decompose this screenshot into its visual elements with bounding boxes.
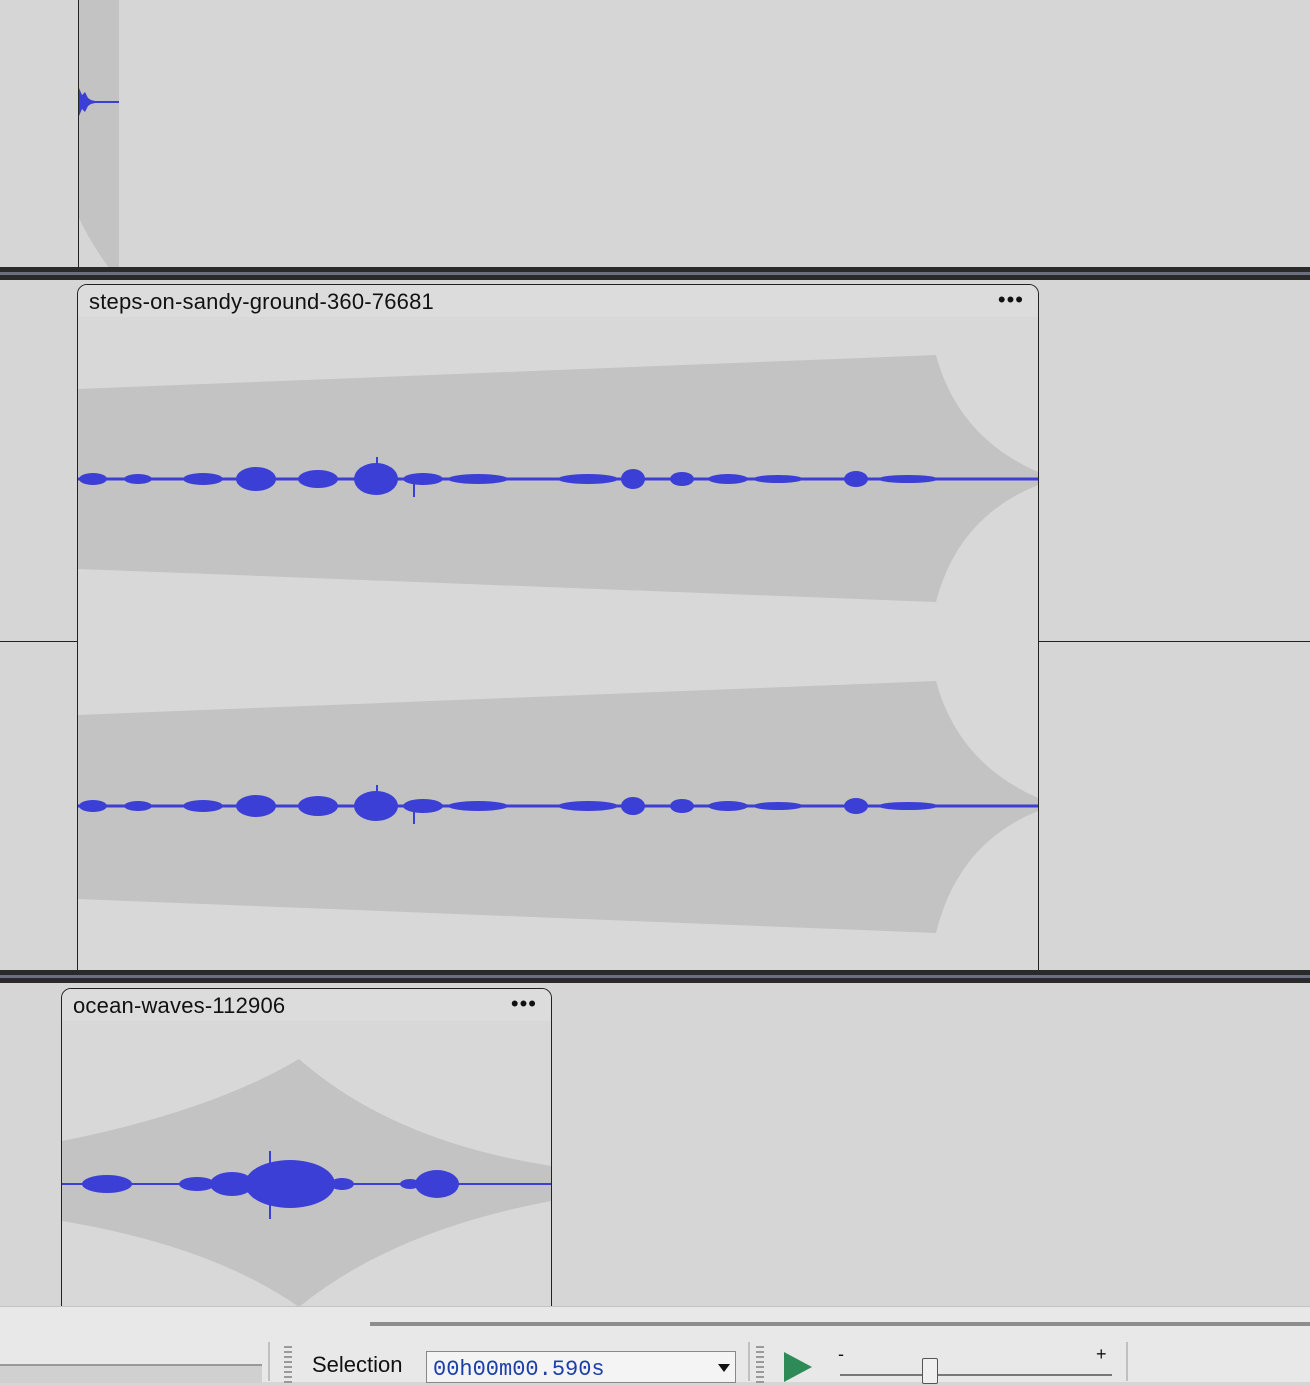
- track-1[interactable]: [0, 0, 1310, 268]
- toolbar-divider: [748, 1342, 750, 1381]
- toolbar-divider: [268, 1342, 270, 1381]
- horizontal-scrollbar[interactable]: [370, 1322, 1310, 1326]
- clip-ocean-waves[interactable]: ocean-waves-112906 •••: [61, 988, 552, 1308]
- selection-label: Selection: [312, 1352, 403, 1377]
- play-icon[interactable]: [784, 1352, 812, 1382]
- zoom-minus-label: -: [838, 1344, 844, 1364]
- track-separator-inner: [0, 272, 1310, 275]
- waveform-left-channel[interactable]: [78, 317, 1038, 641]
- track-1-waveform: [79, 0, 119, 268]
- track-separator-inner: [0, 975, 1310, 978]
- clip-menu-button[interactable]: •••: [511, 991, 537, 1017]
- waveform[interactable]: [62, 1021, 551, 1308]
- track-1-clip[interactable]: [78, 0, 119, 268]
- clip-header[interactable]: ocean-waves-112906 •••: [62, 989, 551, 1021]
- toolbar-divider: [1126, 1342, 1128, 1381]
- left-panel-control[interactable]: [0, 1364, 262, 1383]
- clip-steps-on-sandy-ground[interactable]: steps-on-sandy-ground-360-76681 •••: [77, 284, 1039, 972]
- toolbar-grip[interactable]: [284, 1346, 292, 1386]
- waveform-right-channel[interactable]: [78, 643, 1038, 972]
- clip-menu-button[interactable]: •••: [998, 287, 1024, 313]
- toolbar-grip[interactable]: [756, 1346, 764, 1386]
- chevron-down-icon[interactable]: [718, 1364, 730, 1372]
- zoom-plus-label: +: [1096, 1344, 1107, 1364]
- selection-time-value: 00h00m00.590s: [433, 1357, 605, 1382]
- selection-time-field[interactable]: 00h00m00.590s: [426, 1351, 736, 1383]
- clip-title: ocean-waves-112906: [73, 993, 286, 1018]
- clip-title: steps-on-sandy-ground-360-76681: [89, 289, 434, 314]
- zoom-slider-thumb[interactable]: [921, 1358, 938, 1384]
- zoom-slider-track[interactable]: [840, 1374, 1112, 1376]
- clip-header[interactable]: steps-on-sandy-ground-360-76681 •••: [78, 285, 1038, 317]
